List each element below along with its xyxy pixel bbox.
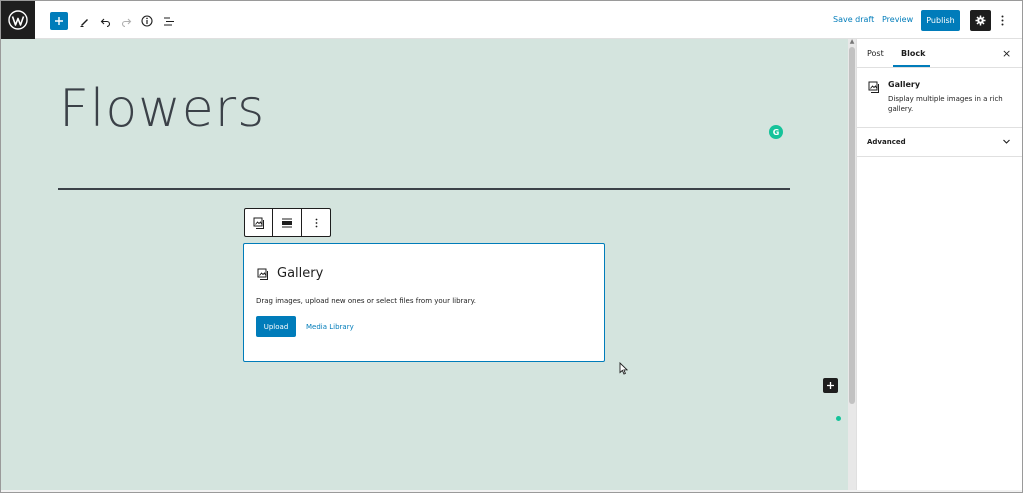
save-draft-button[interactable]: Save draft [833,15,874,24]
editor-canvas[interactable]: Flowers G Gallery Drag images, upload ne… [1,39,848,492]
wordpress-logo-icon[interactable] [1,1,35,39]
tab-post[interactable]: Post [867,49,884,58]
details-button[interactable] [140,12,154,30]
advanced-panel-toggle[interactable]: Advanced [857,128,1022,157]
undo-icon [100,18,110,27]
block-card-title: Gallery [888,80,921,89]
scrollbar-thumb[interactable] [849,47,855,404]
more-options-icon [315,218,317,227]
align-icon [282,218,292,227]
plus-icon [827,382,834,389]
list-view-icon [164,16,174,26]
post-title[interactable]: Flowers [59,79,265,139]
separator-block[interactable] [58,188,790,190]
active-tab-indicator [893,65,930,67]
chevron-down-icon [1003,139,1010,144]
block-inserter-button[interactable] [823,378,838,393]
plus-icon [55,17,63,25]
gallery-icon [257,268,268,280]
top-toolbar: Save draft Preview Publish [1,1,1022,39]
block-card-description: Display multiple images in a rich galler… [888,95,1003,113]
list-view-button[interactable] [162,12,176,30]
gallery-block-icon [253,217,264,229]
redo-icon [121,18,131,27]
tab-block[interactable]: Block [901,49,925,58]
mouse-pointer-icon [619,360,629,379]
editor-window: Save draft Preview Publish Flowers G Gal… [0,0,1023,493]
info-icon [141,15,153,27]
block-options-button[interactable] [302,209,330,236]
settings-button[interactable] [970,10,991,31]
canvas-scrollbar[interactable]: ▲ [848,39,856,492]
more-options-button[interactable] [996,10,1008,31]
gallery-placeholder-header: Gallery [257,266,323,281]
upload-button[interactable]: Upload [256,316,296,337]
pencil-icon [80,18,88,27]
block-toolbar [244,208,331,237]
gallery-title: Gallery [277,266,324,281]
block-type-button[interactable] [245,209,273,236]
settings-sidebar: Post Block × Gallery Display multiple im… [856,39,1022,492]
media-library-button[interactable]: Media Library [306,323,354,331]
gallery-block-placeholder[interactable]: Gallery Drag images, upload new ones or … [243,243,605,362]
add-block-button[interactable] [50,12,68,30]
tools-button[interactable] [77,12,91,30]
publish-button[interactable]: Publish [921,10,960,31]
grammarly-icon[interactable]: G [769,125,783,139]
gallery-instructions: Drag images, upload new ones or select f… [256,297,476,305]
undo-button[interactable] [98,12,112,30]
sidebar-tabs: Post Block × [857,39,1022,68]
block-card: Gallery Display multiple images in a ric… [857,68,1022,128]
status-dot [836,416,841,421]
advanced-panel-label: Advanced [867,138,906,146]
redo-button[interactable] [119,12,133,30]
close-sidebar-button[interactable]: × [1002,47,1011,60]
gear-icon [975,15,986,26]
preview-button[interactable]: Preview [882,15,913,24]
vertical-dots-icon [1001,15,1003,26]
gallery-icon [868,78,880,97]
align-button[interactable] [273,209,302,236]
scroll-up-arrow-icon[interactable]: ▲ [849,39,855,45]
